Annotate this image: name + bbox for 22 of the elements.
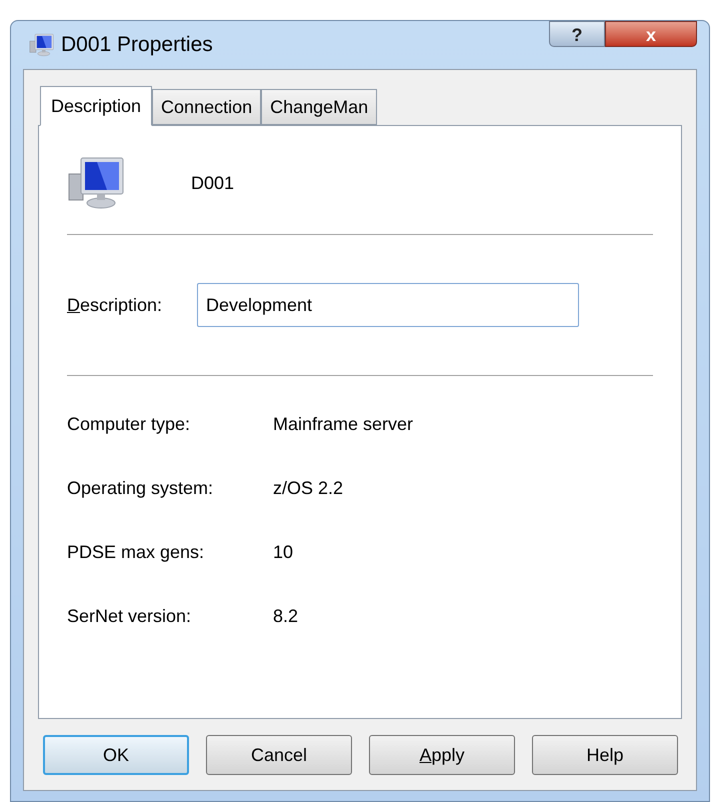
dialog-button[interactable]: Cancel — [206, 735, 352, 775]
close-button[interactable]: x — [605, 21, 697, 47]
property-value: z/OS 2.2 — [273, 476, 344, 500]
tab[interactable]: Description — [40, 86, 152, 126]
window-title: D001 Properties — [61, 32, 213, 58]
description-label: Description: — [67, 294, 164, 317]
property-label: Computer type: — [67, 412, 192, 436]
property-value: 8.2 — [273, 604, 298, 628]
tab[interactable]: Connection — [152, 89, 262, 125]
help-button[interactable]: ? — [549, 21, 605, 47]
computer-icon — [29, 33, 55, 57]
property-label: SerNet version: — [67, 604, 192, 628]
dialog-button[interactable]: Help — [532, 735, 678, 775]
property-label: PDSE max gens: — [67, 540, 206, 564]
dialog-button[interactable]: OK — [43, 735, 189, 775]
property-value: Mainframe server — [273, 412, 414, 436]
property-value: 10 — [273, 540, 294, 564]
dialog-button[interactable]: Apply — [369, 735, 515, 775]
tab[interactable]: ChangeMan — [261, 89, 378, 125]
computer-name: D001 — [191, 172, 234, 194]
description-field[interactable]: Development — [197, 283, 579, 327]
property-label: Operating system: — [67, 476, 214, 500]
